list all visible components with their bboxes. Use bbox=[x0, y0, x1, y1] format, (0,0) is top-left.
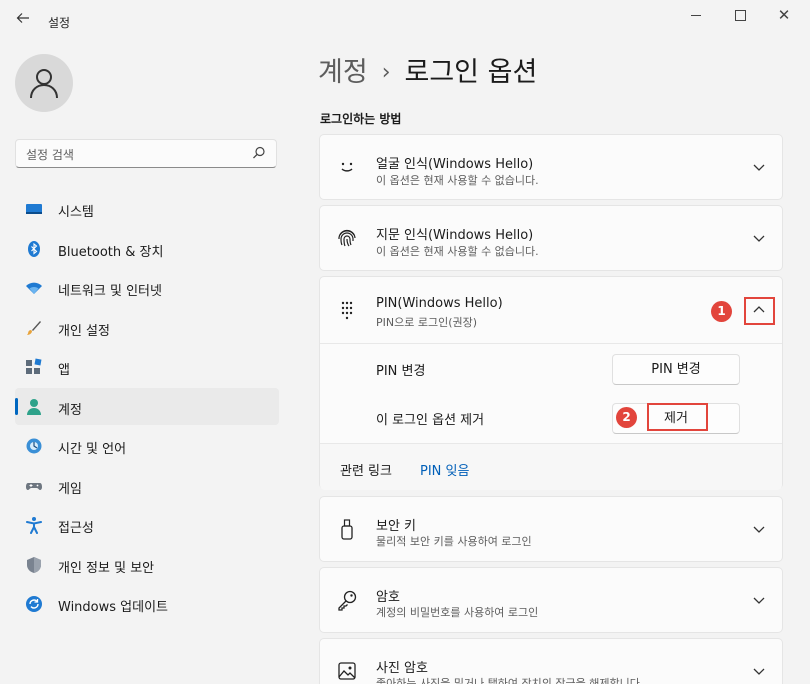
globe-icon bbox=[26, 438, 42, 454]
sidebar-item-bluetooth[interactable]: Bluetooth & 장치 bbox=[15, 230, 279, 267]
card-title: PIN(Windows Hello) bbox=[376, 296, 503, 311]
card-title: 지문 인식(Windows Hello) bbox=[376, 228, 534, 243]
maximize-button[interactable] bbox=[728, 6, 752, 24]
related-links-row: 관련 링크 PIN 잊음 bbox=[320, 443, 782, 490]
chevron-down-icon[interactable] bbox=[752, 233, 766, 243]
title-bar: 설정 ✕ bbox=[0, 0, 810, 44]
highlight-box-remove bbox=[647, 403, 708, 431]
card-subtitle: 이 옵션은 현재 사용할 수 없습니다. bbox=[376, 174, 539, 187]
key-icon bbox=[338, 590, 357, 611]
card-title: 암호 bbox=[376, 590, 400, 605]
sidebar-item-label: 개인 정보 및 보안 bbox=[58, 560, 155, 576]
chevron-down-icon[interactable] bbox=[752, 162, 766, 172]
sidebar-item-label: 앱 bbox=[58, 363, 70, 378]
section-title: 로그인하는 방법 bbox=[320, 112, 402, 126]
breadcrumb: 계정 › 로그인 옵션 bbox=[318, 50, 537, 89]
picture-icon bbox=[338, 662, 356, 680]
back-arrow-icon[interactable] bbox=[12, 10, 34, 32]
app-title: 설정 bbox=[48, 16, 71, 30]
page-title: 로그인 옵션 bbox=[404, 57, 538, 88]
sidebar-item-label: 접근성 bbox=[58, 521, 94, 536]
step-badge-2: 2 bbox=[616, 407, 637, 428]
chevron-down-icon[interactable] bbox=[752, 524, 766, 534]
accessibility-icon bbox=[26, 517, 42, 534]
security-key-icon bbox=[341, 519, 353, 540]
change-pin-row: PIN 변경 PIN 변경 bbox=[320, 345, 782, 394]
sidebar-nav: 시스템 Bluetooth & 장치 네트워크 및 인터넷 개인 설정 앱 계정… bbox=[15, 190, 279, 625]
pin-keypad-icon bbox=[341, 301, 353, 320]
card-title: 사진 암호 bbox=[376, 661, 428, 676]
picture-password-card[interactable]: 사진 암호 좋아하는 사진을 밀거나 탭하여 장치의 잠금을 해제합니다 bbox=[319, 638, 783, 684]
breadcrumb-separator: › bbox=[381, 60, 391, 85]
sidebar-item-personalization[interactable]: 개인 설정 bbox=[15, 309, 279, 346]
related-links-label: 관련 링크 bbox=[340, 464, 392, 479]
sidebar-item-time-language[interactable]: 시간 및 언어 bbox=[15, 427, 279, 464]
shield-icon bbox=[27, 556, 41, 573]
card-title: 얼굴 인식(Windows Hello) bbox=[376, 157, 534, 172]
security-key-card[interactable]: 보안 키 물리적 보안 키를 사용하여 로그인 bbox=[319, 496, 783, 562]
fingerprint-icon bbox=[338, 229, 356, 247]
card-title: 보안 키 bbox=[376, 519, 417, 534]
search-icon bbox=[253, 146, 265, 159]
sidebar-item-network[interactable]: 네트워크 및 인터넷 bbox=[15, 269, 279, 306]
chevron-down-icon[interactable] bbox=[752, 666, 766, 676]
sidebar-item-windows-update[interactable]: Windows 업데이트 bbox=[15, 585, 279, 622]
change-pin-label: PIN 변경 bbox=[376, 364, 426, 379]
card-subtitle: PIN으로 로그인(권장) bbox=[376, 316, 478, 329]
close-button[interactable]: ✕ bbox=[772, 6, 796, 24]
sidebar-item-label: Windows 업데이트 bbox=[58, 600, 169, 615]
system-icon bbox=[26, 204, 42, 214]
gamepad-icon bbox=[26, 482, 42, 490]
minimize-button[interactable] bbox=[684, 6, 708, 24]
brush-icon bbox=[27, 320, 41, 335]
search-placeholder: 설정 검색 bbox=[26, 148, 74, 162]
avatar bbox=[15, 54, 73, 112]
sidebar-item-accessibility[interactable]: 접근성 bbox=[15, 506, 279, 543]
card-subtitle: 좋아하는 사진을 밀거나 탭하여 장치의 잠금을 해제합니다 bbox=[376, 677, 640, 684]
sidebar-item-label: 시간 및 언어 bbox=[58, 442, 127, 457]
apps-icon bbox=[26, 358, 42, 374]
sidebar-item-label: 시스템 bbox=[58, 205, 94, 220]
bluetooth-icon bbox=[28, 240, 40, 257]
remove-option-label: 이 로그인 옵션 제거 bbox=[376, 413, 485, 428]
sidebar-item-accounts[interactable]: 계정 bbox=[15, 387, 279, 425]
wifi-icon bbox=[26, 282, 42, 294]
sidebar-item-apps[interactable]: 앱 bbox=[15, 348, 279, 385]
card-subtitle: 계정의 비밀번호를 사용하여 로그인 bbox=[376, 606, 539, 619]
update-icon bbox=[26, 596, 42, 612]
sidebar-item-system[interactable]: 시스템 bbox=[15, 190, 279, 227]
sidebar-item-label: Bluetooth & 장치 bbox=[58, 244, 164, 260]
face-recognition-card[interactable]: 얼굴 인식(Windows Hello) 이 옵션은 현재 사용할 수 없습니다… bbox=[319, 134, 783, 200]
sidebar-item-label: 개인 설정 bbox=[58, 323, 110, 339]
change-pin-button[interactable]: PIN 변경 bbox=[612, 354, 740, 385]
face-icon bbox=[341, 162, 353, 172]
sidebar-item-label: 게임 bbox=[58, 481, 82, 497]
highlight-box-chevron bbox=[744, 297, 775, 325]
search-input[interactable]: 설정 검색 bbox=[15, 139, 277, 168]
forgot-pin-link[interactable]: PIN 잊음 bbox=[420, 460, 469, 479]
step-badge-1: 1 bbox=[711, 301, 732, 322]
remove-option-row: 이 로그인 옵션 제거 제거 bbox=[320, 394, 782, 443]
card-subtitle: 이 옵션은 현재 사용할 수 없습니다. bbox=[376, 245, 539, 258]
password-card[interactable]: 암호 계정의 비밀번호를 사용하여 로그인 bbox=[319, 567, 783, 633]
fingerprint-card[interactable]: 지문 인식(Windows Hello) 이 옵션은 현재 사용할 수 없습니다… bbox=[319, 205, 783, 271]
card-subtitle: 물리적 보안 키를 사용하여 로그인 bbox=[376, 535, 532, 548]
sidebar-item-label: 계정 bbox=[58, 402, 82, 418]
account-icon bbox=[27, 398, 41, 415]
user-icon bbox=[30, 69, 58, 99]
sidebar-item-label: 네트워크 및 인터넷 bbox=[58, 284, 162, 299]
sidebar-item-privacy[interactable]: 개인 정보 및 보안 bbox=[15, 546, 279, 583]
breadcrumb-parent[interactable]: 계정 bbox=[318, 57, 368, 88]
chevron-down-icon[interactable] bbox=[752, 595, 766, 605]
sidebar-item-gaming[interactable]: 게임 bbox=[15, 467, 279, 504]
